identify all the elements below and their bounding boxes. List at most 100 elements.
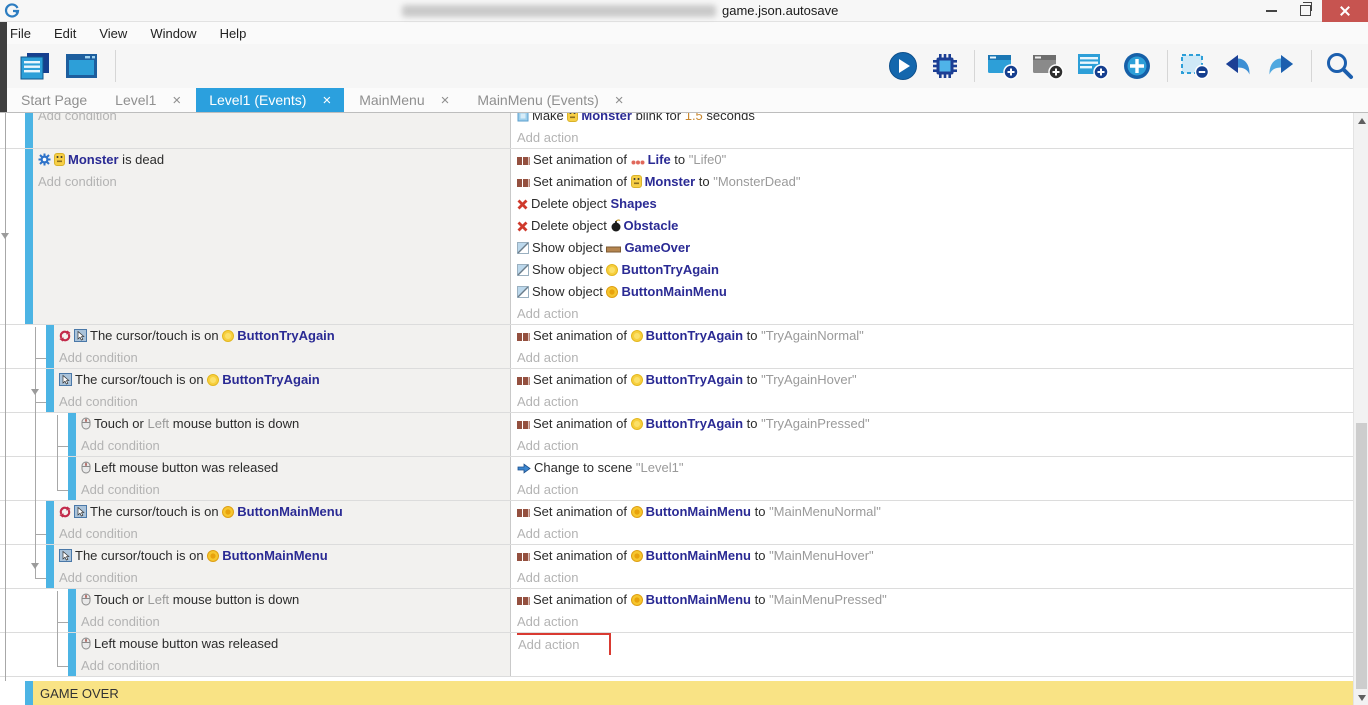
restore-button[interactable] — [1288, 0, 1322, 22]
add-action[interactable]: Add action — [517, 130, 578, 145]
add-condition[interactable]: Add condition — [81, 611, 510, 632]
action-line[interactable]: Set animation of ButtonMainMenu to "Main… — [517, 545, 1353, 567]
action-line[interactable]: Show object ButtonMainMenu — [517, 281, 1353, 303]
add-action-highlighted[interactable]: Add action — [517, 633, 611, 655]
actions-cell[interactable]: Set animation of ButtonMainMenu to "Main… — [511, 545, 1353, 588]
action-line[interactable]: Delete object Obstacle — [517, 215, 1353, 237]
condition-line[interactable]: Monster is dead — [38, 149, 510, 171]
condition-line[interactable]: Touch or Left mouse button is down — [81, 413, 510, 435]
project-manager-button[interactable] — [14, 49, 59, 83]
action-line[interactable]: Delete object Shapes — [517, 193, 1353, 215]
event-selection-bar[interactable] — [46, 545, 54, 588]
close-tab-icon[interactable]: × — [322, 93, 331, 108]
close-button[interactable] — [1322, 0, 1368, 22]
event-selection-bar[interactable] — [25, 113, 33, 148]
add-action[interactable]: Add action — [517, 394, 578, 409]
actions-cell[interactable]: Change to scene "Level1" Add action — [511, 457, 1353, 500]
action-line[interactable]: Set animation of ButtonMainMenu to "Main… — [517, 589, 1353, 611]
condition-line[interactable]: The cursor/touch is on ButtonMainMenu — [59, 501, 510, 523]
add-object-button[interactable] — [1117, 49, 1160, 83]
conditions-cell[interactable]: The cursor/touch is on ButtonMainMenuAdd… — [54, 501, 511, 544]
menu-item-edit[interactable]: Edit — [54, 26, 76, 41]
close-tab-icon[interactable]: × — [172, 93, 181, 108]
condition-line[interactable]: Left mouse button was released — [81, 457, 510, 479]
menu-item-help[interactable]: Help — [220, 26, 247, 41]
add-scene-button[interactable] — [982, 50, 1027, 82]
add-condition[interactable]: Add condition — [81, 435, 510, 456]
add-condition[interactable]: Add condition — [59, 391, 510, 412]
add-condition[interactable]: Add condition — [59, 567, 510, 588]
vertical-scrollbar[interactable] — [1353, 113, 1368, 705]
add-condition[interactable]: Add condition — [59, 347, 510, 368]
tab-level1-events[interactable]: Level1 (Events)× — [196, 88, 344, 112]
actions-cell[interactable]: Set animation of ButtonMainMenu to "Main… — [511, 589, 1353, 632]
conditions-cell[interactable]: Touch or Left mouse button is downAdd co… — [76, 413, 511, 456]
scroll-down-button[interactable] — [1354, 690, 1368, 705]
tab-mainmenu[interactable]: MainMenu× — [346, 88, 462, 112]
actions-cell[interactable]: Make Monster blink for 1.5 seconds Add ac… — [511, 113, 1353, 148]
minimize-button[interactable] — [1254, 0, 1288, 22]
action-line[interactable]: Set animation of ButtonMainMenu to "Main… — [517, 501, 1353, 523]
event-selection-bar[interactable] — [68, 633, 76, 676]
action-line[interactable]: Change to scene "Level1" — [517, 457, 1353, 479]
condition-line[interactable]: The cursor/touch is on ButtonTryAgain — [59, 325, 510, 347]
conditions-cell[interactable]: Monster is deadAdd condition — [33, 149, 511, 324]
comment-event[interactable]: GAME OVER — [0, 681, 1353, 705]
collapse-triangle-icon[interactable] — [31, 389, 39, 395]
add-action[interactable]: Add action — [517, 306, 578, 321]
condition-line[interactable]: Touch or Left mouse button is down — [81, 589, 510, 611]
conditions-cell[interactable]: Add condition — [33, 113, 511, 148]
debug-button[interactable] — [926, 50, 967, 82]
action-line[interactable]: Set animation of Life to "Life0" — [517, 149, 1353, 171]
conditions-cell[interactable]: The cursor/touch is on ButtonTryAgainAdd… — [54, 369, 511, 412]
add-condition[interactable]: Add condition — [81, 479, 510, 500]
add-external-layout-button[interactable] — [1027, 50, 1072, 82]
menu-item-file[interactable]: File — [10, 26, 31, 41]
play-button[interactable] — [883, 49, 926, 83]
collapse-triangle-icon[interactable] — [1, 233, 9, 239]
close-tab-icon[interactable]: × — [615, 93, 624, 108]
collapse-triangle-icon[interactable] — [31, 563, 39, 569]
add-external-events-button[interactable] — [1072, 50, 1117, 82]
search-button[interactable] — [1319, 49, 1362, 83]
scroll-up-button[interactable] — [1354, 113, 1368, 129]
actions-cell[interactable]: Set animation of Life to "Life0"Set anim… — [511, 149, 1353, 324]
start-page-button[interactable] — [59, 49, 108, 83]
actions-cell[interactable]: Set animation of ButtonMainMenu to "Main… — [511, 501, 1353, 544]
tab-start-page[interactable]: Start Page — [8, 88, 100, 112]
tab-level1[interactable]: Level1× — [102, 88, 194, 112]
tab-mainmenu-events[interactable]: MainMenu (Events)× — [464, 88, 636, 112]
event-selection-bar[interactable] — [46, 325, 54, 368]
event-selection-bar[interactable] — [25, 681, 33, 705]
conditions-cell[interactable]: The cursor/touch is on ButtonTryAgainAdd… — [54, 325, 511, 368]
action-line[interactable]: Make Monster blink for 1.5 seconds — [517, 113, 1353, 127]
conditions-cell[interactable]: Touch or Left mouse button is downAdd co… — [76, 589, 511, 632]
add-action[interactable]: Add action — [517, 350, 578, 365]
condition-line[interactable]: The cursor/touch is on ButtonMainMenu — [59, 545, 510, 567]
deselect-instances-button[interactable] — [1175, 50, 1218, 82]
add-condition[interactable]: Add condition — [59, 523, 510, 544]
action-line[interactable]: Set animation of ButtonTryAgain to "TryA… — [517, 413, 1353, 435]
condition-line[interactable]: The cursor/touch is on ButtonTryAgain — [59, 369, 510, 391]
close-tab-icon[interactable]: × — [441, 93, 450, 108]
action-line[interactable]: Set animation of ButtonTryAgain to "TryA… — [517, 325, 1353, 347]
add-action[interactable]: Add action — [517, 526, 578, 541]
actions-cell[interactable]: Set animation of ButtonTryAgain to "TryA… — [511, 325, 1353, 368]
add-action[interactable]: Add action — [517, 482, 578, 497]
conditions-cell[interactable]: The cursor/touch is on ButtonMainMenuAdd… — [54, 545, 511, 588]
actions-cell[interactable]: Add action — [511, 633, 1353, 676]
undo-button[interactable] — [1218, 51, 1261, 81]
condition-line[interactable]: Left mouse button was released — [81, 633, 510, 655]
add-action[interactable]: Add action — [517, 614, 578, 629]
event-selection-bar[interactable] — [46, 501, 54, 544]
action-line[interactable]: Set animation of Monster to "MonsterDead… — [517, 171, 1353, 193]
action-line[interactable]: Show object ButtonTryAgain — [517, 259, 1353, 281]
conditions-cell[interactable]: Left mouse button was releasedAdd condit… — [76, 633, 511, 676]
event-selection-bar[interactable] — [25, 149, 33, 324]
conditions-cell[interactable]: Left mouse button was releasedAdd condit… — [76, 457, 511, 500]
actions-cell[interactable]: Set animation of ButtonTryAgain to "TryA… — [511, 369, 1353, 412]
action-line[interactable]: Set animation of ButtonTryAgain to "TryA… — [517, 369, 1353, 391]
action-line[interactable]: Show object GameOver — [517, 237, 1353, 259]
menu-item-window[interactable]: Window — [150, 26, 196, 41]
menu-item-view[interactable]: View — [99, 26, 127, 41]
